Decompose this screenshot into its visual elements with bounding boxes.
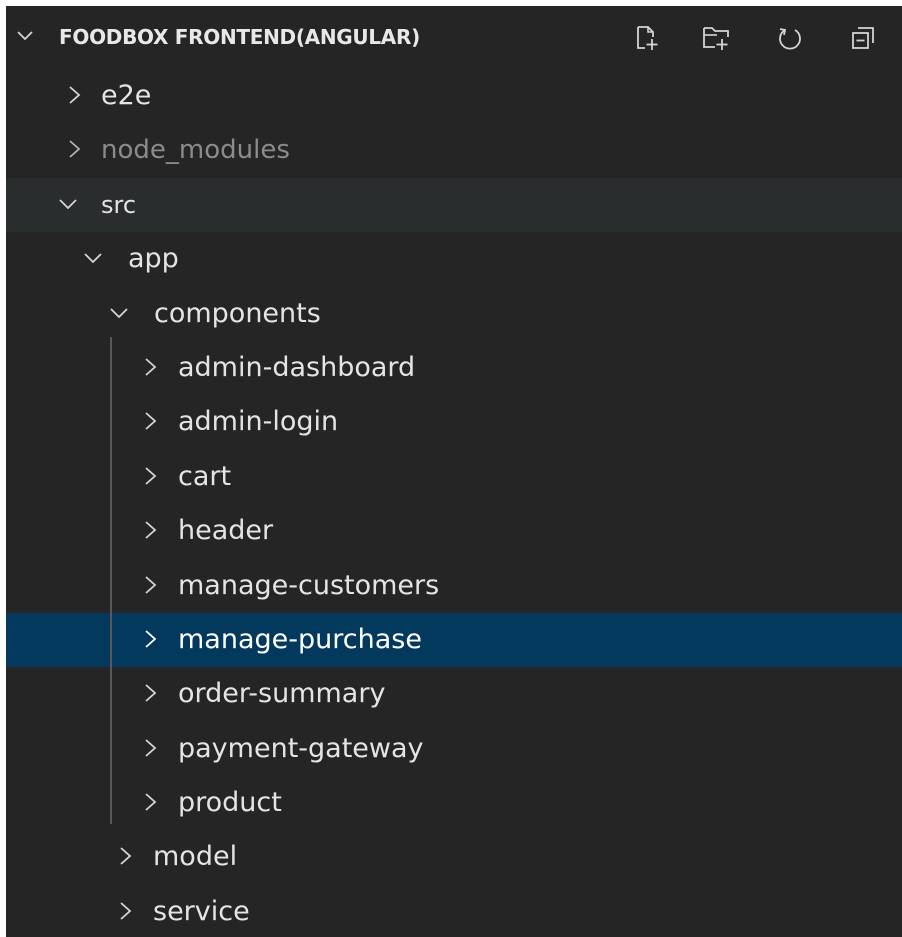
indent-guide bbox=[110, 337, 112, 824]
chevron-right-icon bbox=[120, 902, 132, 920]
tree-item-src[interactable]: src bbox=[6, 177, 902, 233]
file-tree: e2e node_modules src app components admi… bbox=[6, 69, 902, 937]
tree-item-e2e[interactable]: e2e bbox=[6, 69, 902, 123]
explorer-panel: FOODBOX FRONTEND(ANGULAR) e2e node_modul… bbox=[6, 6, 902, 937]
tree-item-label: model bbox=[153, 841, 238, 873]
tree-item-header[interactable]: header bbox=[6, 504, 902, 558]
chevron-right-icon bbox=[145, 521, 157, 539]
chevron-down-icon bbox=[110, 307, 128, 318]
refresh-icon bbox=[779, 28, 801, 50]
chevron-right-icon bbox=[120, 847, 132, 866]
tree-item-node-modules[interactable]: node_modules bbox=[6, 123, 902, 177]
chevron-right-icon bbox=[69, 140, 81, 159]
chevron-down-icon bbox=[84, 253, 102, 264]
chevron-down-icon bbox=[17, 31, 33, 41]
tree-item-label: product bbox=[178, 787, 282, 819]
chevron-right-icon bbox=[145, 575, 157, 594]
collapse-all-button[interactable] bbox=[846, 23, 880, 53]
chevron-right-icon bbox=[145, 739, 157, 757]
tree-item-label: header bbox=[178, 515, 274, 547]
new-file-button[interactable] bbox=[630, 23, 664, 53]
explorer-title: FOODBOX FRONTEND(ANGULAR) bbox=[59, 25, 420, 49]
chevron-right-icon bbox=[145, 630, 157, 648]
tree-item-label: manage-customers bbox=[178, 569, 440, 601]
new-file-icon bbox=[637, 26, 658, 50]
tree-item-label: payment-gateway bbox=[178, 732, 424, 764]
tree-item-payment-gateway[interactable]: payment-gateway bbox=[6, 722, 902, 776]
chevron-right-icon bbox=[145, 412, 157, 431]
tree-item-app[interactable]: app bbox=[6, 232, 902, 286]
chevron-down-icon bbox=[59, 199, 77, 210]
tree-item-label: cart bbox=[178, 460, 232, 492]
tree-item-manage-purchase[interactable]: manage-purchase bbox=[6, 612, 902, 668]
chevron-right-icon bbox=[145, 358, 157, 376]
new-folder-button[interactable] bbox=[699, 23, 733, 53]
tree-item-label: node_modules bbox=[101, 135, 290, 166]
tree-item-label: app bbox=[128, 243, 179, 275]
tree-item-components[interactable]: components bbox=[6, 287, 902, 341]
tree-item-cart[interactable]: cart bbox=[6, 450, 902, 504]
chevron-right-icon bbox=[145, 467, 157, 485]
tree-item-product[interactable]: product bbox=[6, 776, 902, 830]
collapse-all-icon bbox=[852, 27, 874, 49]
chevron-right-icon bbox=[69, 86, 81, 104]
tree-item-label: src bbox=[101, 190, 137, 219]
tree-item-label: components bbox=[154, 297, 321, 329]
tree-item-label: e2e bbox=[101, 80, 152, 111]
chevron-right-icon bbox=[145, 793, 157, 811]
tree-item-admin-dashboard[interactable]: admin-dashboard bbox=[6, 341, 902, 395]
tree-item-label: service bbox=[153, 895, 250, 927]
new-folder-icon bbox=[703, 27, 729, 50]
tree-item-label: order-summary bbox=[178, 678, 386, 710]
chevron-right-icon bbox=[145, 684, 157, 702]
tree-item-admin-login[interactable]: admin-login bbox=[6, 395, 902, 449]
tree-item-label: admin-login bbox=[178, 406, 339, 438]
tree-item-label: manage-purchase bbox=[178, 623, 422, 655]
refresh-button[interactable] bbox=[773, 23, 807, 53]
tree-item-label: admin-dashboard bbox=[178, 351, 416, 383]
tree-item-order-summary[interactable]: order-summary bbox=[6, 667, 902, 721]
tree-item-model[interactable]: model bbox=[6, 830, 902, 884]
tree-item-service[interactable]: service bbox=[6, 885, 902, 937]
tree-item-manage-customers[interactable]: manage-customers bbox=[6, 559, 902, 613]
explorer-section-header[interactable]: FOODBOX FRONTEND(ANGULAR) bbox=[6, 6, 902, 69]
